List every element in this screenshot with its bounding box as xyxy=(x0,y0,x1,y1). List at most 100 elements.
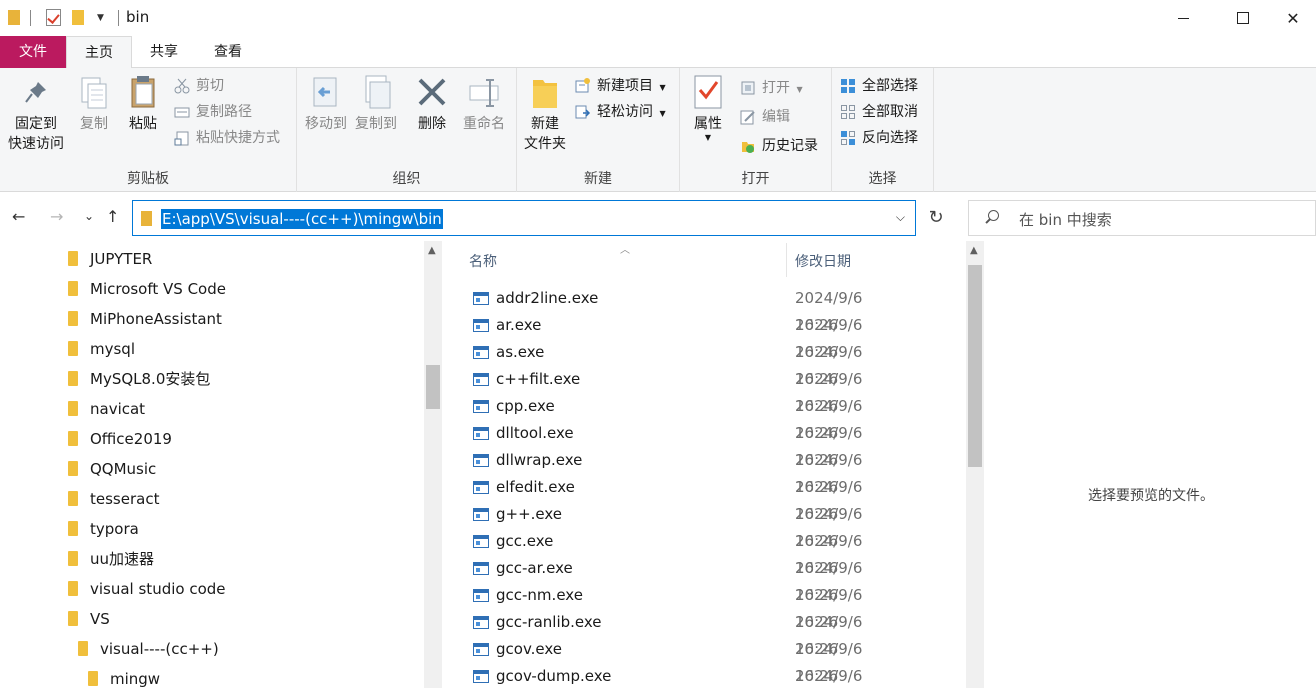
tree-item[interactable]: navicat xyxy=(68,394,145,424)
tab-file[interactable]: 文件 xyxy=(0,36,66,68)
folder-icon xyxy=(68,521,78,536)
select-all-button[interactable]: 全部选择 xyxy=(840,74,918,98)
maximize-button[interactable] xyxy=(1220,0,1266,36)
file-row[interactable]: gcov.exe 2024/9/6 16:26 xyxy=(468,636,908,685)
file-row[interactable]: gcc-ar.exe 2024/9/6 16:26 xyxy=(468,555,908,604)
tree-item[interactable]: visual studio code xyxy=(68,574,226,604)
folder-icon xyxy=(68,491,78,506)
tree-item[interactable]: MySQL8.0安装包 xyxy=(68,364,210,394)
file-row[interactable]: c++filt.exe 2024/9/6 16:26 xyxy=(468,366,908,415)
navigation-bar: ← → ⌄ ↑ E:\app\VS\visual----(cc++)\mingw… xyxy=(0,193,1316,241)
copy-button[interactable]: 复制 xyxy=(74,72,114,134)
address-bar[interactable]: E:\app\VS\visual----(cc++)\mingw\bin ⌵ xyxy=(132,200,916,236)
move-to-button[interactable]: 移动到 xyxy=(302,72,350,134)
nav-scrollbar[interactable]: ▲ xyxy=(424,241,442,688)
history-button[interactable]: 历史记录 xyxy=(740,134,818,158)
file-row[interactable]: ar.exe 2024/9/6 16:26 xyxy=(468,312,908,361)
file-row[interactable]: addr2line.exe 2024/9/6 16:26 xyxy=(468,285,908,334)
scroll-up-icon[interactable]: ▲ xyxy=(428,245,436,256)
properties-quick-icon[interactable] xyxy=(46,9,61,26)
file-row[interactable]: gcc.exe 2024/9/6 16:26 xyxy=(468,528,908,577)
file-row[interactable]: cpp.exe 2024/9/6 16:26 xyxy=(468,393,908,442)
paste-shortcut-button[interactable]: 粘贴快捷方式 xyxy=(174,126,280,150)
recent-locations-chevron-icon[interactable]: ⌄ xyxy=(84,209,94,223)
scroll-thumb[interactable] xyxy=(968,265,982,467)
ribbon-tabs: 文件 主页 共享 查看 ︿ ? xyxy=(0,36,1316,96)
tree-item[interactable]: mysql xyxy=(68,334,135,364)
scroll-thumb[interactable] xyxy=(426,365,440,409)
properties-button[interactable]: 属性 ▼ xyxy=(690,72,726,142)
file-row[interactable]: gcov-dump.exe 2024/9/6 16:26 xyxy=(468,663,908,688)
exe-file-icon xyxy=(473,481,489,494)
file-row[interactable]: dllwrap.exe 2024/9/6 16:26 xyxy=(468,447,908,496)
column-divider[interactable] xyxy=(786,243,787,277)
tree-item[interactable]: JUPYTER xyxy=(68,244,152,274)
column-header-name[interactable]: 名称 xyxy=(469,249,497,275)
paste-button[interactable]: 粘贴 xyxy=(122,72,164,134)
new-item-button[interactable]: 新建项目 ▼ xyxy=(575,74,666,98)
tree-item[interactable]: Office2019 xyxy=(68,424,172,454)
tree-item[interactable]: VS xyxy=(68,604,110,634)
close-button[interactable]: ✕ xyxy=(1270,0,1316,36)
open-button[interactable]: 打开 ▼ xyxy=(740,76,803,100)
easy-access-icon xyxy=(575,104,591,120)
invert-selection-button[interactable]: 反向选择 xyxy=(840,126,918,150)
select-all-label: 全部选择 xyxy=(862,78,918,94)
tree-item-label: visual----(cc++) xyxy=(100,640,219,658)
delete-button[interactable]: 删除 xyxy=(414,72,450,134)
tab-share[interactable]: 共享 xyxy=(136,36,192,68)
quick-access-dropdown-icon[interactable]: ▼ xyxy=(97,13,104,23)
minimize-button[interactable] xyxy=(1160,0,1206,36)
tree-item[interactable]: Microsoft VS Code xyxy=(68,274,226,304)
file-row[interactable]: dlltool.exe 2024/9/6 16:26 xyxy=(468,420,908,469)
tab-home[interactable]: 主页 xyxy=(66,36,132,69)
select-none-button[interactable]: 全部取消 xyxy=(840,100,918,124)
easy-access-button[interactable]: 轻松访问 ▼ xyxy=(575,100,666,124)
file-row[interactable]: gcc-ranlib.exe 2024/9/6 16:26 xyxy=(468,609,908,658)
copy-path-label: 复制路径 xyxy=(196,104,252,120)
cut-button[interactable]: 剪切 xyxy=(174,74,224,98)
tab-view[interactable]: 查看 xyxy=(200,36,256,68)
tree-item[interactable]: visual----(cc++) xyxy=(78,634,219,664)
file-row[interactable]: elfedit.exe 2024/9/6 16:26 xyxy=(468,474,908,523)
chevron-down-icon: ▼ xyxy=(659,83,666,92)
column-header-modified[interactable]: 修改日期 xyxy=(795,249,851,275)
edit-button[interactable]: 编辑 xyxy=(740,105,790,129)
folder-icon[interactable] xyxy=(8,10,20,25)
tree-item[interactable]: mingw xyxy=(88,664,160,688)
new-group-label: 新建 xyxy=(584,171,612,187)
tree-item-label: mysql xyxy=(90,340,135,358)
tree-item-label: MiPhoneAssistant xyxy=(90,310,222,328)
tree-item[interactable]: typora xyxy=(68,514,139,544)
tree-item[interactable]: uu加速器 xyxy=(68,544,154,574)
preview-pane: 选择要预览的文件。 xyxy=(986,241,1316,688)
search-input[interactable]: 在 bin 中搜索 xyxy=(968,200,1316,236)
copy-to-button[interactable]: 复制到 xyxy=(352,72,400,134)
refresh-icon[interactable]: ↻ xyxy=(916,200,956,236)
open-group-label: 打开 xyxy=(741,171,770,187)
new-folder-button[interactable]: 新建 文件夹 xyxy=(521,72,569,154)
tree-item[interactable]: QQMusic xyxy=(68,454,156,484)
forward-arrow-icon[interactable]: → xyxy=(50,207,63,226)
rename-icon xyxy=(466,72,502,112)
rename-button[interactable]: 重命名 xyxy=(459,72,509,134)
pin-quick-access-button[interactable]: 固定到 快速访问 xyxy=(4,72,68,154)
chevron-down-icon[interactable]: ⌵ xyxy=(896,210,905,225)
easy-access-label: 轻松访问 xyxy=(597,104,653,120)
up-arrow-icon[interactable]: ↑ xyxy=(106,207,119,226)
tree-item[interactable]: MiPhoneAssistant xyxy=(68,304,222,334)
file-row[interactable]: gcc-nm.exe 2024/9/6 16:26 xyxy=(468,582,908,631)
rename-label: 重命名 xyxy=(463,116,505,132)
file-list-scrollbar[interactable]: ▲ xyxy=(966,241,984,688)
file-row[interactable]: as.exe 2024/9/6 16:26 xyxy=(468,339,908,388)
file-row[interactable]: g++.exe 2024/9/6 16:26 xyxy=(468,501,908,550)
file-name: g++.exe xyxy=(496,505,563,523)
tree-item[interactable]: tesseract xyxy=(68,484,159,514)
file-name: dlltool.exe xyxy=(496,424,574,442)
cut-label: 剪切 xyxy=(196,78,224,94)
new-folder-quick-icon[interactable] xyxy=(72,10,84,25)
scroll-up-icon[interactable]: ▲ xyxy=(970,245,978,256)
copy-path-button[interactable]: 复制路径 xyxy=(174,100,252,124)
address-path[interactable]: E:\app\VS\visual----(cc++)\mingw\bin xyxy=(161,209,443,229)
back-arrow-icon[interactable]: ← xyxy=(12,207,25,226)
